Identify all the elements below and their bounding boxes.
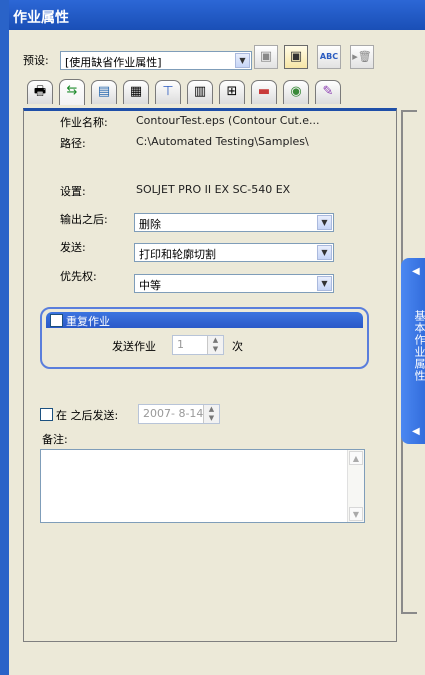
priority-value: 中等: [139, 279, 161, 292]
send-select[interactable]: 打印和轮廓切割 ▼: [134, 243, 334, 262]
priority-select[interactable]: 中等 ▼: [134, 274, 334, 293]
path-label: 路径:: [60, 137, 86, 150]
color-edit-icon: ✎: [322, 84, 334, 99]
repeat-unit: 次: [232, 340, 243, 353]
send-value: 打印和轮廓切割: [139, 248, 216, 261]
job-name-label: 作业名称:: [60, 116, 108, 129]
preset-value: [使用缺省作业属性]: [65, 56, 162, 69]
send-after-date-value: 2007- 8-14: [143, 407, 204, 420]
path-value: C:\Automated Testing\Samples\: [136, 135, 309, 148]
triangle-left-icon[interactable]: ◀: [412, 426, 420, 437]
repeat-count-value: 1: [177, 338, 184, 351]
notes-label: 备注:: [42, 433, 68, 446]
tab-layout[interactable]: ▦: [123, 80, 149, 104]
window-title: 作业属性: [13, 10, 69, 26]
send-job-label: 发送作业: [112, 340, 156, 353]
image-icon: ▤: [97, 84, 111, 99]
device-label: 设置:: [60, 185, 86, 198]
spinner-icon[interactable]: ▲ ▼: [207, 336, 223, 354]
repeat-job-checkbox[interactable]: [50, 314, 63, 327]
tab-cutter[interactable]: ⊤: [155, 80, 181, 104]
after-output-value: 删除: [139, 218, 161, 231]
send-label: 发送:: [60, 241, 86, 254]
basic-job-properties-side-tab[interactable]: ◀ 基本作业属性 ◀: [401, 258, 425, 444]
tab-printer[interactable]: 🖶: [27, 80, 53, 104]
tab-marks[interactable]: ⊞: [219, 80, 245, 104]
chevron-down-icon[interactable]: ▼: [317, 215, 332, 230]
side-tab-label: 基本作业属性: [413, 310, 425, 382]
delete-icon[interactable]: ▸🗑: [350, 45, 374, 69]
spell-check-icon[interactable]: ABC: [317, 45, 341, 69]
save-icon[interactable]: ▣: [284, 45, 308, 69]
send-after-checkbox[interactable]: [40, 408, 53, 421]
job-info-panel: 作业名称: ContourTest.eps (Contour Cut.e... …: [23, 108, 397, 642]
cutter-icon: ⊤: [162, 84, 174, 99]
chevron-down-icon[interactable]: ▼: [317, 276, 332, 291]
tab-image[interactable]: ▤: [91, 80, 117, 104]
color-bars-icon: ▬: [257, 84, 271, 99]
priority-label: 优先权:: [60, 270, 97, 283]
save-disabled-icon[interactable]: ▣: [254, 45, 278, 69]
tab-color-bars[interactable]: ▬: [251, 80, 277, 104]
triangle-left-icon[interactable]: ◀: [412, 266, 420, 277]
after-output-label: 输出之后:: [60, 213, 108, 226]
device-value: SOLJET PRO II EX SC-540 EX: [136, 183, 291, 196]
job-properties-window: 作业属性 预设: [使用缺省作业属性] ▼ ▣ ▣ ABC ▸🗑 🖶 ⇆ ▤ ▦…: [9, 0, 425, 675]
color-management-icon: ◉: [290, 84, 302, 99]
chevron-down-icon[interactable]: ▼: [317, 245, 332, 260]
chevron-down-icon[interactable]: ▼: [235, 53, 250, 68]
tab-color-edit[interactable]: ✎: [315, 80, 341, 104]
job-name-value: ContourTest.eps (Contour Cut.e...: [136, 114, 320, 127]
printer-icon: 🖶: [33, 84, 47, 99]
layout-icon: ▦: [129, 84, 143, 99]
job-info-icon: ⇆: [66, 83, 78, 98]
preset-select[interactable]: [使用缺省作业属性] ▼: [60, 51, 252, 70]
repeat-job-group: 重复作业 发送作业 1 ▲ ▼ 次: [40, 307, 369, 369]
after-output-select[interactable]: 删除 ▼: [134, 213, 334, 232]
send-after-label: 在 之后发送:: [56, 409, 119, 422]
scroll-down-icon[interactable]: ▼: [349, 507, 363, 521]
notes-textarea[interactable]: ▲ ▼: [40, 449, 365, 523]
preset-label: 预设:: [23, 54, 49, 67]
marks-icon: ⊞: [226, 84, 238, 99]
repeat-count-stepper[interactable]: 1 ▲ ▼: [172, 335, 224, 355]
repeat-job-header: 重复作业: [46, 312, 363, 328]
send-after-date-field[interactable]: 2007- 8-14 ▲ ▼: [138, 404, 220, 424]
tiling-icon: ▥: [193, 84, 207, 99]
repeat-job-title: 重复作业: [66, 315, 110, 328]
tab-tiling[interactable]: ▥: [187, 80, 213, 104]
tab-color-management[interactable]: ◉: [283, 80, 309, 104]
tab-job-info[interactable]: ⇆: [59, 79, 85, 105]
title-bar: 作业属性: [9, 0, 425, 30]
spinner-icon[interactable]: ▲ ▼: [203, 405, 219, 423]
scroll-up-icon[interactable]: ▲: [349, 451, 363, 465]
notes-scrollbar[interactable]: ▲ ▼: [347, 450, 364, 522]
